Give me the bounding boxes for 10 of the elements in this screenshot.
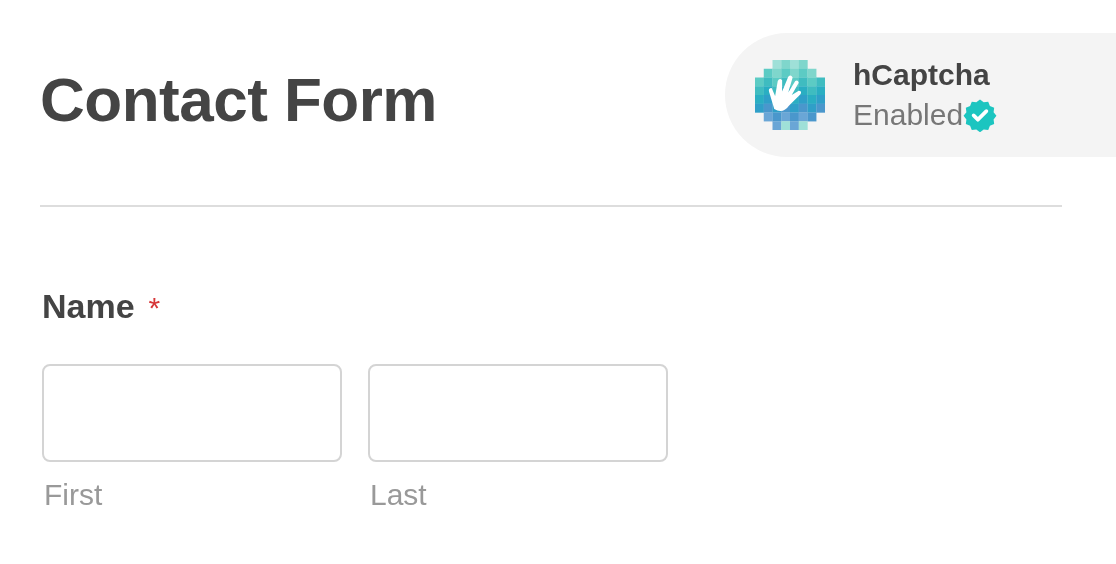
form-title: Contact Form	[40, 64, 437, 136]
field-label: Name	[42, 287, 135, 326]
captcha-name: hCaptcha	[853, 57, 991, 93]
hand-icon	[755, 60, 825, 130]
captcha-status: Enabled	[853, 97, 964, 133]
input-field[interactable]	[42, 364, 342, 462]
field-sublabel: First	[44, 478, 104, 512]
required-mark: *	[148, 291, 161, 325]
field-sublabel: Last	[370, 478, 428, 512]
input-field[interactable]	[368, 364, 668, 462]
